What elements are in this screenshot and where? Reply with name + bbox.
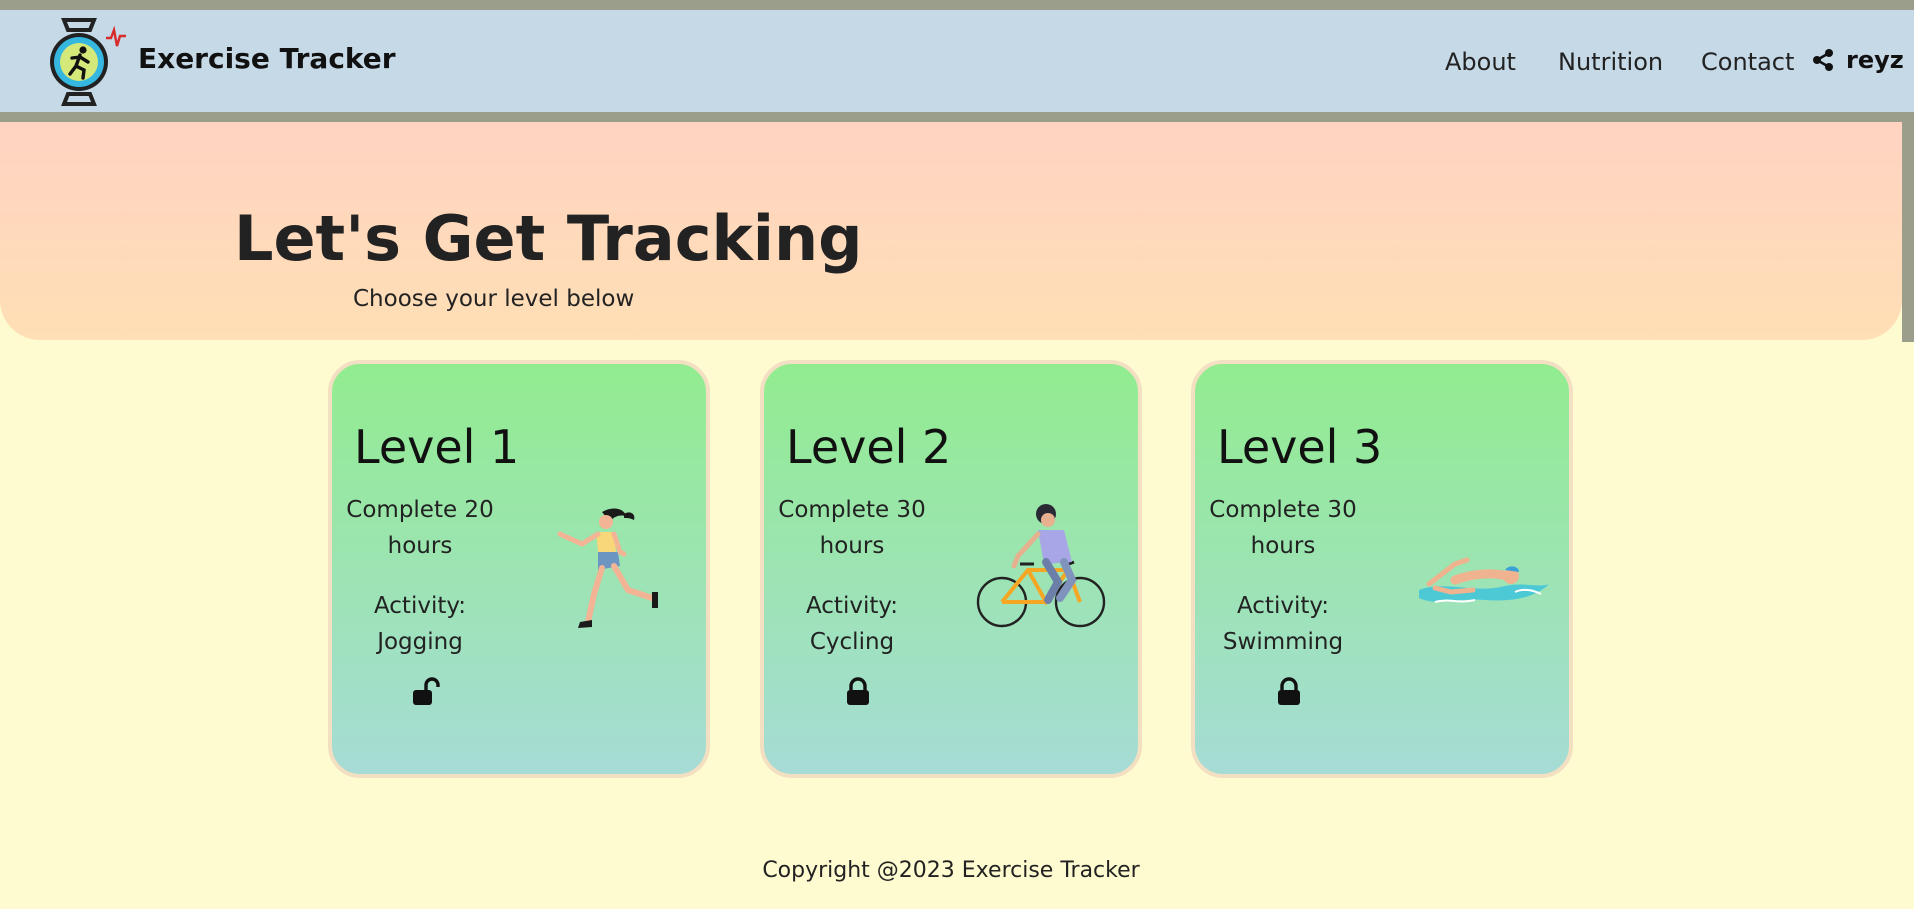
cyclist-icon: [976, 504, 1106, 628]
share-icon: [1813, 49, 1833, 71]
activity-label: Activity:: [373, 593, 467, 619]
activity-name: Jogging: [377, 629, 463, 655]
activity-label: Activity:: [805, 593, 899, 619]
edge-strip: [1902, 112, 1914, 342]
brand-title[interactable]: Exercise Tracker: [138, 42, 396, 75]
activity-label: Activity:: [1236, 593, 1330, 619]
level-goal-unit: hours: [1250, 533, 1316, 559]
level-title: Level 1: [354, 420, 520, 474]
runner-watch-logo-icon[interactable]: [50, 16, 132, 108]
top-strip: [0, 0, 1914, 10]
level-goal: Complete 30: [778, 497, 926, 523]
locked-lock-icon[interactable]: [1275, 677, 1303, 707]
level-goal-unit: hours: [819, 533, 885, 559]
activity-name: Cycling: [809, 629, 895, 655]
level-card-1[interactable]: Level 1 Complete 20 hours Activity: Jogg…: [328, 360, 710, 778]
swimmer-icon: [1419, 557, 1549, 603]
unlocked-lock-icon[interactable]: [412, 677, 440, 707]
level-goal: Complete 30: [1209, 497, 1357, 523]
locked-lock-icon[interactable]: [844, 677, 872, 707]
user-name: reyz: [1846, 46, 1904, 74]
level-card-3[interactable]: Level 3 Complete 30 hours Activity: Swim…: [1191, 360, 1573, 778]
nav-divider: [0, 112, 1914, 122]
user-menu[interactable]: reyz: [1812, 46, 1904, 74]
jogger-icon: [557, 508, 658, 628]
level-goal-unit: hours: [387, 533, 453, 559]
nav-about-link[interactable]: About: [1445, 48, 1516, 76]
nav-nutrition-link[interactable]: Nutrition: [1558, 48, 1663, 76]
page: Exercise Tracker About Nutrition Contact…: [0, 0, 1914, 909]
activity-name: Swimming: [1222, 629, 1344, 655]
level-title: Level 3: [1217, 420, 1383, 474]
hero-banner: Let's Get Tracking Choose your level bel…: [0, 122, 1902, 340]
navbar: Exercise Tracker About Nutrition Contact…: [0, 10, 1914, 112]
nav-contact-link[interactable]: Contact: [1701, 48, 1794, 76]
hero-subtitle: Choose your level below: [353, 286, 635, 312]
footer-copyright: Copyright @2023 Exercise Tracker: [762, 858, 1140, 883]
level-card-2[interactable]: Level 2 Complete 30 hours Activity: Cycl…: [760, 360, 1142, 778]
level-goal: Complete 20: [346, 497, 494, 523]
hero-title: Let's Get Tracking: [234, 202, 863, 275]
level-title: Level 2: [786, 420, 952, 474]
